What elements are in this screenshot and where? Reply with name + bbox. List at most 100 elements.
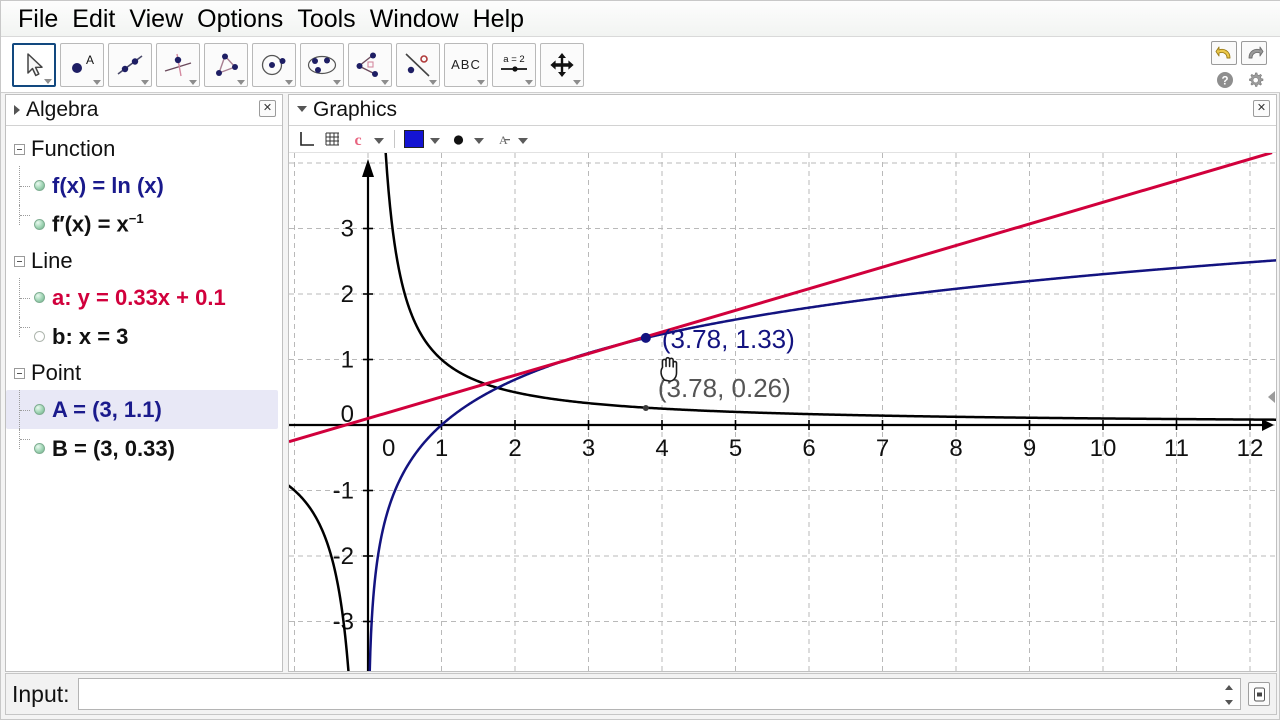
group-collapse-icon[interactable] — [14, 143, 25, 155]
move-graphics-view-tool[interactable] — [540, 42, 584, 87]
visibility-toggle-icon[interactable] — [34, 331, 45, 342]
object-point-a[interactable]: A = (3, 1.1) — [6, 390, 278, 429]
tool-dropdown-caret-icon[interactable] — [93, 79, 101, 85]
graphics-canvas[interactable]: 1 2 3 4 5 6 7 8 9 10 11 12 -3 -2 -1 1 2 3 0 0 (3.78, 1.33) (3… — [289, 153, 1276, 671]
group-point[interactable]: Point — [6, 356, 282, 390]
perpendicular-line-tool[interactable] — [156, 42, 200, 87]
group-collapse-icon[interactable] — [14, 255, 25, 267]
tool-dropdown-caret-icon[interactable] — [44, 78, 52, 84]
tree-connector — [19, 390, 30, 429]
visibility-toggle-icon[interactable] — [34, 443, 45, 454]
redo-button[interactable] — [1241, 41, 1267, 65]
polygon-tool[interactable] — [204, 42, 248, 87]
tree-connector — [19, 317, 30, 337]
point-a[interactable] — [640, 332, 651, 343]
point-style-caret-icon[interactable] — [474, 137, 484, 144]
object-line-b[interactable]: b: x = 3 — [6, 317, 282, 356]
color-swatch[interactable] — [404, 130, 424, 148]
graphics-close-button[interactable]: ✕ — [1253, 100, 1270, 117]
tool-dropdown-caret-icon[interactable] — [189, 79, 197, 85]
axes — [289, 159, 1274, 671]
move-tool[interactable] — [12, 42, 56, 87]
label-style-button[interactable]: A — [490, 128, 514, 150]
angle-tool[interactable] — [348, 42, 392, 87]
object-line-a[interactable]: a: y = 0.33x + 0.1 — [6, 278, 282, 317]
menu-window[interactable]: Window — [363, 4, 466, 34]
tool-dropdown-caret-icon[interactable] — [285, 79, 293, 85]
group-label: Function — [31, 136, 116, 161]
show-axes-button[interactable] — [294, 128, 318, 150]
grid-icon — [325, 132, 339, 145]
color-button[interactable] — [402, 128, 426, 150]
reflect-tool[interactable] — [396, 42, 440, 87]
tool-dropdown-caret-icon[interactable] — [573, 79, 581, 85]
group-line[interactable]: Line — [6, 244, 282, 278]
object-definition-text: A = (3, 1.1) — [52, 396, 162, 422]
object-definition-text: a: y = 0.33x + 0.1 — [52, 284, 226, 310]
graphics-collapse-triangle-icon[interactable] — [297, 106, 307, 117]
label-style-caret-icon[interactable] — [518, 137, 528, 144]
algebra-collapse-triangle-icon[interactable] — [14, 105, 20, 115]
tool-dropdown-caret-icon[interactable] — [477, 79, 485, 85]
input-field[interactable] — [77, 678, 1241, 710]
input-bar: Input: — [5, 673, 1277, 715]
object-f-prime[interactable]: f′(x) = x−1 — [6, 205, 282, 244]
move-graphics-view-icon — [549, 52, 575, 78]
line-tool[interactable] — [108, 42, 152, 87]
menu-view[interactable]: View — [122, 4, 190, 34]
perpendicular-line-icon — [163, 52, 193, 78]
tool-dropdown-caret-icon[interactable] — [141, 79, 149, 85]
color-caret-icon[interactable] — [430, 137, 440, 144]
menu-bar: File Edit View Options Tools Window Help — [1, 1, 1280, 37]
text-tool[interactable]: ABC — [444, 42, 488, 87]
algebra-panel-title: Algebra — [26, 98, 99, 121]
algebra-close-button[interactable]: ✕ — [259, 100, 276, 117]
coordinate-plane[interactable]: 1 2 3 4 5 6 7 8 9 10 11 12-3-2-112300(3.78, 1.33)(3… — [289, 153, 1276, 671]
object-definition: a: y = 0.33x + 0.1 — [52, 285, 226, 311]
ellipse-tool[interactable] — [300, 42, 344, 87]
menu-edit[interactable]: Edit — [65, 4, 122, 34]
visibility-toggle-icon[interactable] — [34, 180, 45, 191]
tool-dropdown-caret-icon[interactable] — [237, 79, 245, 85]
object-f[interactable]: f(x) = ln (x) — [6, 166, 282, 205]
point-capturing-button[interactable]: c — [346, 128, 370, 150]
visibility-toggle-icon[interactable] — [34, 404, 45, 415]
undo-button[interactable] — [1211, 41, 1237, 65]
tool-dropdown-caret-icon[interactable] — [381, 79, 389, 85]
algebra-panel: Algebra ✕ Function f(x) = ln (x) f′(x) = x… — [5, 94, 283, 672]
visibility-toggle-icon[interactable] — [34, 219, 45, 230]
point-tool[interactable]: A — [60, 42, 104, 87]
tree-connector — [19, 205, 30, 225]
tool-dropdown-caret-icon[interactable] — [525, 79, 533, 85]
tool-dropdown-caret-icon[interactable] — [429, 79, 437, 85]
show-grid-button[interactable] — [320, 128, 344, 150]
help-button[interactable]: ? — [1212, 68, 1238, 92]
object-point-b[interactable]: B = (3, 0.33) — [6, 429, 282, 468]
graphics-panel: Graphics ✕ c A 1 2 3 4 5 6 7 8 9 10 11 1… — [288, 94, 1277, 672]
point-style-button[interactable] — [446, 128, 470, 150]
line-through-two-points-icon — [115, 52, 145, 78]
settings-button[interactable] — [1242, 68, 1268, 92]
slider-tool[interactable]: a = 2 — [492, 42, 536, 87]
object-definition-text: B = (3, 0.33) — [52, 435, 175, 461]
menu-options[interactable]: Options — [190, 4, 290, 34]
svg-text:A: A — [86, 53, 94, 67]
group-collapse-icon[interactable] — [14, 367, 25, 379]
geogebra-window: File Edit View Options Tools Window Help A ABC a… — [0, 0, 1280, 720]
tree-connector — [19, 166, 30, 205]
visibility-toggle-icon[interactable] — [34, 292, 45, 303]
graphics-collapse-handle[interactable] — [1268, 391, 1275, 403]
menu-help[interactable]: Help — [466, 4, 531, 34]
point-icon: A — [67, 52, 97, 78]
x-tick-label: 2 — [508, 435, 521, 462]
point-b[interactable] — [642, 404, 649, 411]
input-history-stepper[interactable] — [1224, 685, 1234, 705]
point-capturing-caret-icon[interactable] — [374, 137, 384, 144]
x-tick-label: 7 — [876, 435, 889, 462]
menu-tools[interactable]: Tools — [290, 4, 362, 34]
group-function[interactable]: Function — [6, 132, 282, 166]
circle-tool[interactable] — [252, 42, 296, 87]
menu-file[interactable]: File — [11, 4, 65, 34]
virtual-keyboard-button[interactable] — [1248, 682, 1270, 706]
tool-dropdown-caret-icon[interactable] — [333, 79, 341, 85]
